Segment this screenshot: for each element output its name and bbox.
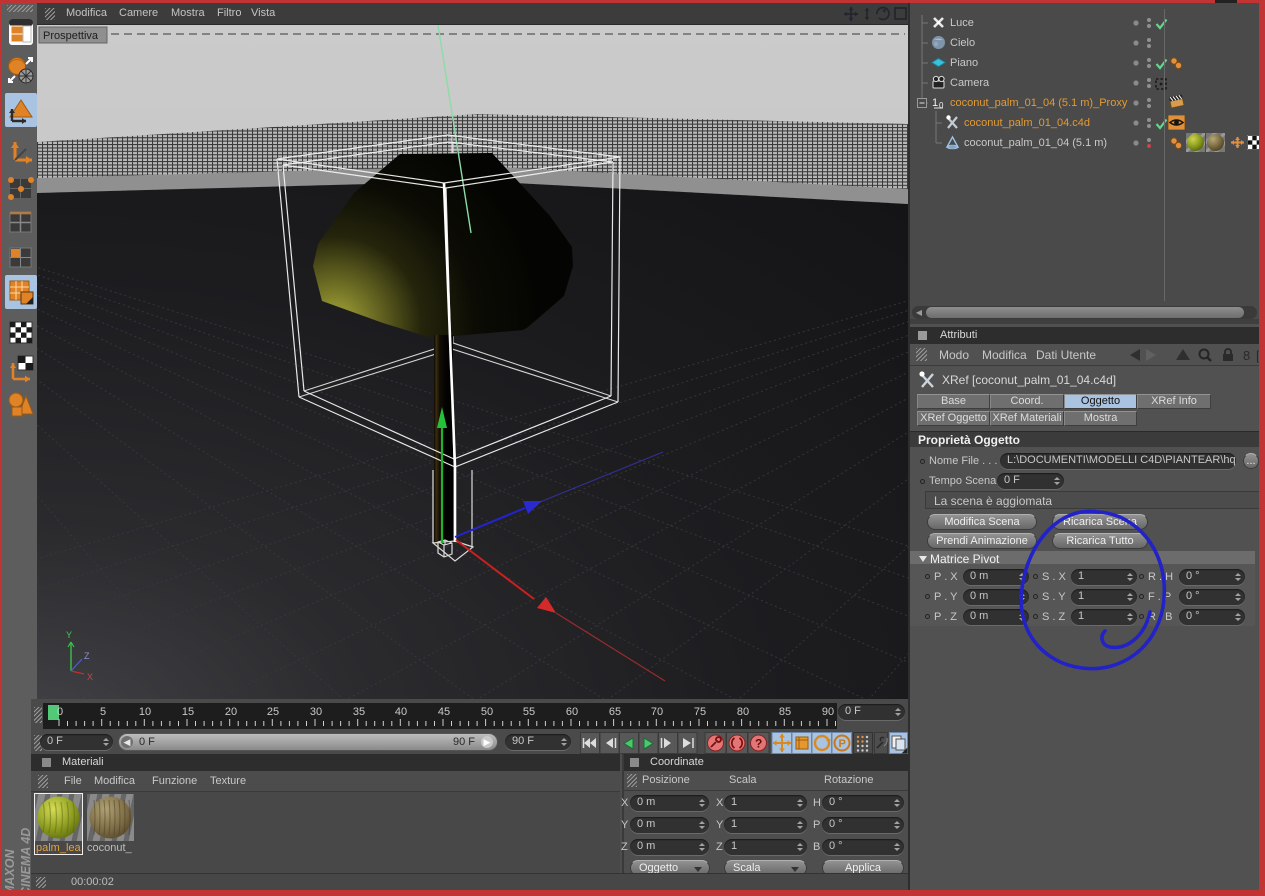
svg-text:65: 65: [609, 706, 621, 718]
svg-text:90: 90: [822, 706, 834, 718]
svg-text:10: 10: [139, 706, 151, 718]
svg-text:MAXON: MAXON: [3, 849, 17, 896]
svg-text:0: 0: [939, 101, 944, 110]
svg-text:X: X: [87, 672, 93, 682]
svg-text:0: 0: [57, 706, 63, 718]
svg-text:8: 8: [1243, 348, 1250, 363]
svg-text:35: 35: [353, 706, 365, 718]
svg-text:50: 50: [481, 706, 493, 718]
svg-text:Prospettiva: Prospettiva: [43, 30, 99, 42]
svg-text:85: 85: [779, 706, 791, 718]
svg-text:40: 40: [395, 706, 407, 718]
svg-text:?: ?: [755, 737, 762, 751]
svg-text:Z: Z: [84, 651, 90, 661]
svg-text:60: 60: [566, 706, 578, 718]
svg-text:1: 1: [932, 97, 938, 109]
svg-text:55: 55: [523, 706, 535, 718]
svg-text:20: 20: [225, 706, 237, 718]
svg-text:P: P: [839, 738, 846, 750]
svg-text:30: 30: [310, 706, 322, 718]
svg-text:15: 15: [182, 706, 194, 718]
svg-text:25: 25: [267, 706, 279, 718]
svg-text:75: 75: [694, 706, 706, 718]
svg-text:80: 80: [737, 706, 749, 718]
svg-text:70: 70: [651, 706, 663, 718]
svg-text:5: 5: [100, 706, 106, 718]
svg-text:45: 45: [438, 706, 450, 718]
svg-text:Y: Y: [66, 630, 72, 640]
